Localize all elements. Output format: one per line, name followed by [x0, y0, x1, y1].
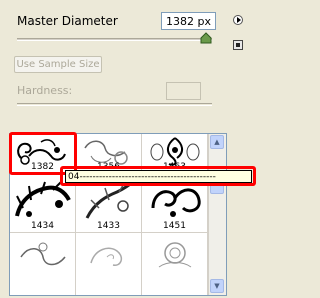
brush-size-label: 1434 [31, 221, 54, 231]
master-diameter-slider-track[interactable] [17, 38, 212, 41]
save-brush-icon[interactable] [233, 40, 243, 50]
brush-thumbnail-icon [90, 247, 123, 266]
flyout-menu-button[interactable] [233, 15, 243, 25]
master-diameter-label: Master Diameter [17, 14, 118, 28]
hardness-slider-track[interactable] [17, 103, 212, 106]
brush-preset-row3-b[interactable] [76, 233, 142, 295]
hardness-label: Hardness: [17, 84, 73, 97]
scroll-up-button[interactable]: ▲ [210, 135, 224, 149]
brush-thumbnail-icon [20, 242, 66, 266]
hardness-input[interactable] [166, 82, 201, 100]
brush-preset-row3-c[interactable] [142, 233, 208, 295]
scroll-down-button[interactable]: ▼ [210, 279, 224, 293]
play-arrow-icon [237, 17, 241, 23]
master-diameter-input[interactable]: 1382 px [161, 12, 216, 30]
brush-size-label: 1451 [163, 221, 186, 231]
use-sample-size-button[interactable]: Use Sample Size [14, 56, 102, 73]
brush-size-label: 1433 [97, 221, 120, 231]
brush-grid-scrollbar[interactable]: ▲ ▼ [208, 134, 226, 295]
brush-name-tooltip: 04--------------------------------------… [65, 170, 252, 183]
master-diameter-slider-thumb[interactable] [200, 32, 212, 44]
brush-thumbnail-icon [158, 242, 192, 268]
brush-preset-row3-a[interactable] [10, 233, 76, 295]
